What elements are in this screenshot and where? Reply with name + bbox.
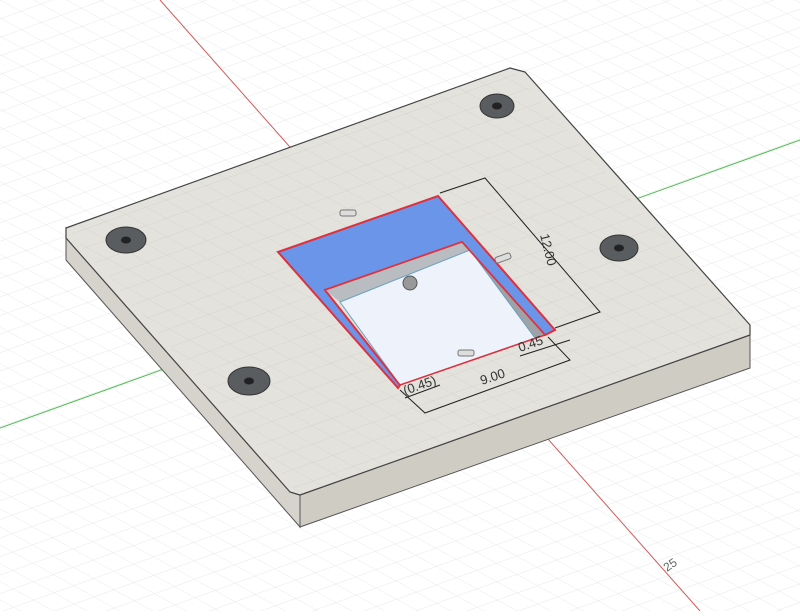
- hole-center: [244, 377, 254, 385]
- hole-center: [121, 236, 131, 244]
- 3d-viewport[interactable]: 12.00 9.00 0.45 (0.45) 25: [0, 0, 800, 612]
- constraint-glyph: [457, 349, 475, 357]
- hole-center: [492, 102, 502, 110]
- hole-center: [614, 244, 624, 252]
- model-canvas[interactable]: 12.00 9.00 0.45 (0.45) 25: [0, 0, 800, 612]
- constraint-glyph: [339, 209, 357, 217]
- origin-point: [402, 275, 418, 291]
